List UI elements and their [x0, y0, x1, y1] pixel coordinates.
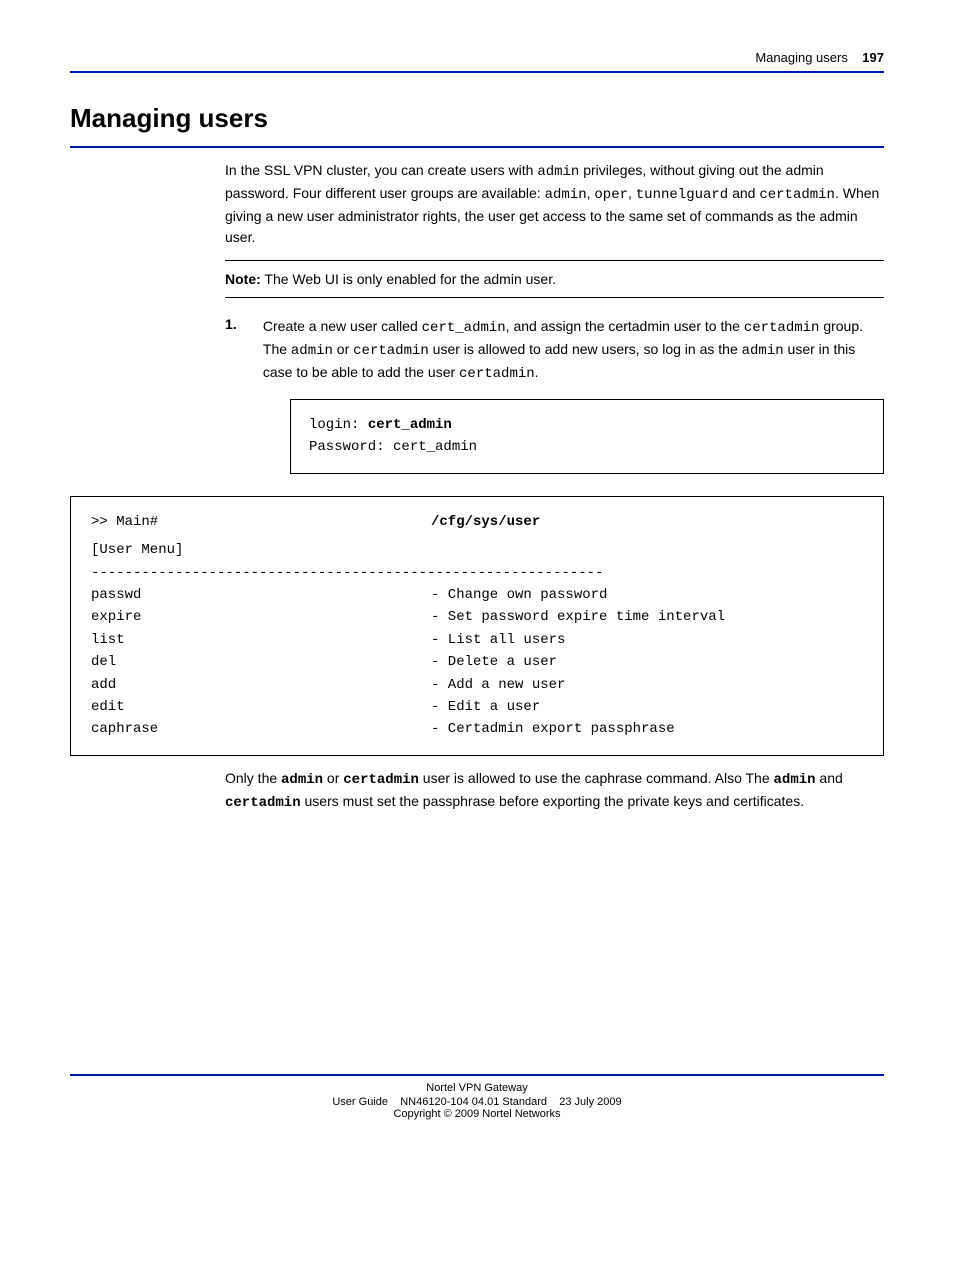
menu-desc: - Change own password [431, 584, 607, 606]
table-row: edit- Edit a user [91, 696, 863, 718]
title-rule [70, 146, 884, 148]
step-body: Create a new user called cert_admin, and… [263, 316, 882, 385]
trailing-text: Only the [225, 770, 281, 786]
menu-desc: - Edit a user [431, 696, 540, 718]
note-top-rule [225, 260, 884, 261]
code-certadmin: certadmin [759, 187, 835, 203]
code-admin-bold: admin [281, 772, 323, 788]
login-line: login: cert_admin [309, 414, 865, 436]
code-admin: admin [545, 187, 587, 203]
password-label: Password: [309, 439, 393, 455]
code-admin: admin [291, 343, 333, 359]
login-value: cert_admin [368, 417, 452, 433]
menu-desc: - Certadmin export passphrase [431, 718, 675, 740]
footer: Nortel VPN Gateway User Guide NN46120-10… [70, 1074, 884, 1120]
footer-date: 23 July 2009 [559, 1096, 621, 1108]
page-title: Managing users [70, 103, 884, 134]
trailing-text: and [816, 770, 843, 786]
menu-heading: [User Menu] [91, 539, 863, 561]
menu-path: /cfg/sys/user [431, 511, 540, 533]
step-text: user is allowed to add new users, so log… [429, 341, 742, 357]
note-block: Note: The Web UI is only enabled for the… [225, 271, 884, 287]
menu-desc: - Set password expire time interval [431, 606, 725, 628]
code-admin: admin [742, 343, 784, 359]
menu-desc: - Add a new user [431, 674, 565, 696]
code-admin-bold: admin [774, 772, 816, 788]
note-text: The Web UI is only enabled for the admin… [261, 271, 556, 287]
menu-cmd: passwd [91, 584, 431, 606]
footer-rule [70, 1074, 884, 1076]
menu-prompt-row: >> Main# /cfg/sys/user [91, 511, 863, 533]
footer-guide: User Guide [332, 1096, 388, 1108]
table-row: del- Delete a user [91, 651, 863, 673]
step-number: 1. [225, 316, 259, 332]
header-pagenum: 197 [862, 50, 884, 65]
menu-cmd: expire [91, 606, 431, 628]
footer-copyright: Copyright © 2009 Nortel Networks [70, 1108, 884, 1120]
code-certadmin: certadmin [744, 320, 820, 336]
step-text: Create a new user called [263, 318, 422, 334]
table-row: caphrase- Certadmin export passphrase [91, 718, 863, 740]
menu-cmd: add [91, 674, 431, 696]
footer-product: Nortel VPN Gateway [70, 1082, 884, 1094]
menu-desc: - List all users [431, 629, 565, 651]
table-row: expire- Set password expire time interva… [91, 606, 863, 628]
code-certadmin: certadmin [459, 366, 535, 382]
page-header: Managing users 197 [70, 50, 884, 65]
password-value: cert_admin [393, 439, 477, 455]
user-menu-box: >> Main# /cfg/sys/user [User Menu] -----… [70, 496, 884, 756]
menu-cmd: caphrase [91, 718, 431, 740]
code-certadmin: certadmin [353, 343, 429, 359]
note-label: Note: [225, 271, 261, 287]
header-section: Managing users [755, 50, 848, 65]
password-line: Password: cert_admin [309, 436, 865, 458]
code-tunnelguard: tunnelguard [636, 187, 728, 203]
trailing-text: user is allowed to use the caphrase comm… [419, 770, 774, 786]
intro-text: In the SSL VPN cluster, you can create u… [225, 162, 537, 178]
code-oper: oper [594, 187, 628, 203]
trailing-text: users must set the passphrase before exp… [301, 793, 804, 809]
table-row: passwd- Change own password [91, 584, 863, 606]
login-box: login: cert_admin Password: cert_admin [290, 399, 884, 474]
intro-text: and [728, 185, 759, 201]
table-row: list- List all users [91, 629, 863, 651]
step-text: or [333, 341, 353, 357]
step-text: , and assign the certadmin user to the [506, 318, 744, 334]
table-row: add- Add a new user [91, 674, 863, 696]
code-admin: admin [537, 164, 579, 180]
code-cert-admin: cert_admin [422, 320, 506, 336]
login-label: login: [309, 417, 368, 433]
step-1: 1. Create a new user called cert_admin, … [225, 316, 884, 385]
menu-divider: ----------------------------------------… [91, 562, 863, 584]
footer-doc: User Guide NN46120-104 04.01 Standard 23… [70, 1096, 884, 1108]
intro-text: , [628, 185, 636, 201]
menu-cmd: del [91, 651, 431, 673]
note-bottom-rule [225, 297, 884, 298]
footer-docnum: NN46120-104 04.01 Standard [400, 1096, 547, 1108]
code-certadmin-bold: certadmin [225, 795, 301, 811]
menu-cmd: edit [91, 696, 431, 718]
header-rule [70, 71, 884, 73]
menu-cmd: list [91, 629, 431, 651]
menu-desc: - Delete a user [431, 651, 557, 673]
intro-paragraph: In the SSL VPN cluster, you can create u… [225, 160, 884, 248]
menu-prompt: >> Main# [91, 511, 431, 533]
code-certadmin-bold: certadmin [343, 772, 419, 788]
trailing-paragraph: Only the admin or certadmin user is allo… [225, 768, 884, 814]
trailing-text: or [323, 770, 343, 786]
step-text: . [535, 364, 539, 380]
